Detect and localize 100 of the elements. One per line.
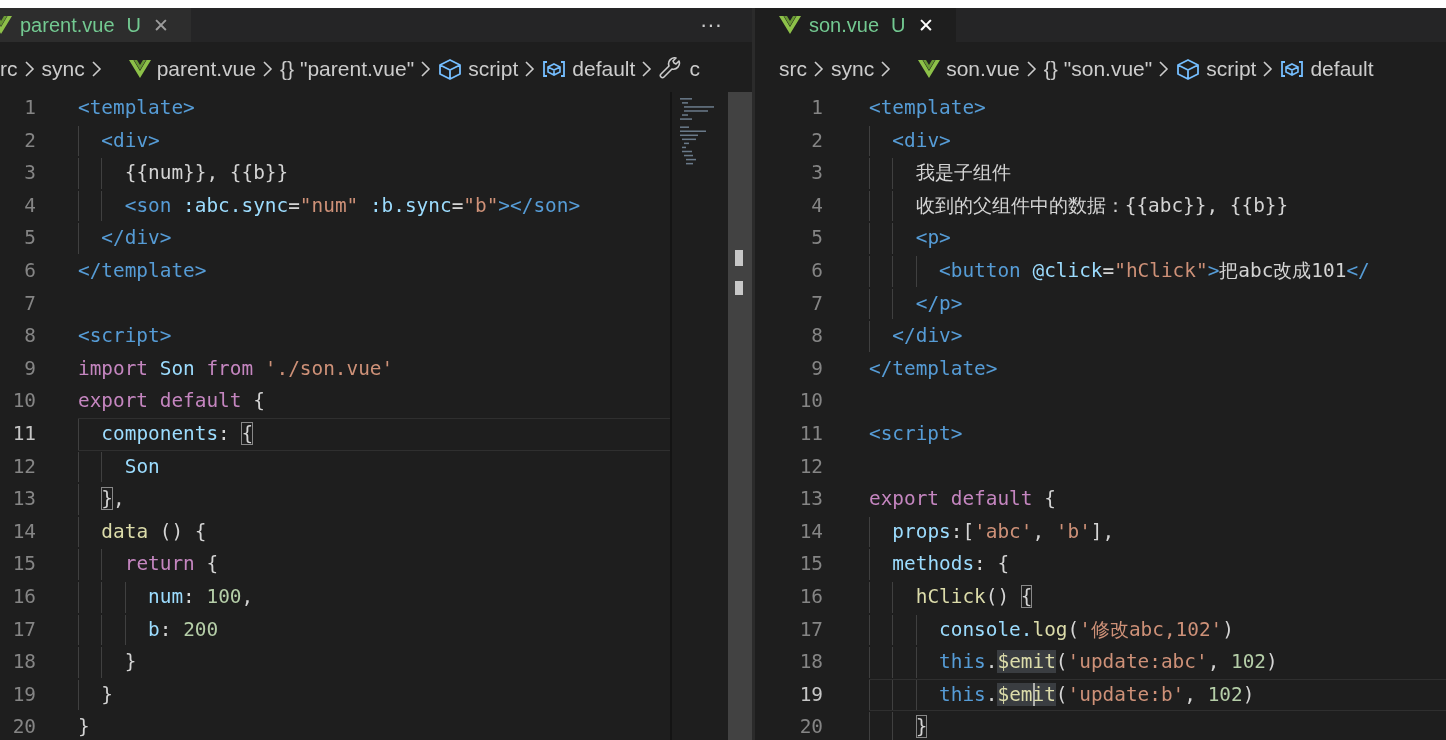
chevron-icon — [641, 59, 654, 79]
line-number: 6 — [810, 257, 823, 284]
scrollbar[interactable] — [728, 92, 752, 740]
code-line: methods: { — [869, 548, 1446, 581]
code-line: data () { — [78, 515, 670, 549]
breadcrumb-item[interactable]: script — [1206, 57, 1257, 81]
code-line: props:['abc', 'b'], — [869, 515, 1446, 549]
code-line: export default { — [78, 388, 266, 415]
code-line: <template> — [78, 95, 196, 121]
editor-tab[interactable]: son.vue U ✕ — [755, 8, 956, 42]
more-actions-button[interactable]: ··· — [700, 12, 722, 38]
chevron-icon — [261, 59, 274, 79]
cube-icon — [1176, 58, 1201, 80]
line-number: 5 — [23, 225, 36, 252]
line-number: 1 — [810, 95, 823, 121]
braces-icon: {} — [1043, 57, 1058, 81]
line-number: 7 — [810, 290, 823, 317]
code-line: <son :abc.sync="num" :b.sync="b"></son> — [78, 189, 670, 223]
code-line: export default { — [869, 486, 1057, 513]
code-line: } — [78, 646, 670, 679]
chevron-icon — [23, 59, 36, 79]
code-line: 收到的父组件中的数据：{{abc}}, {{b}} — [869, 189, 1446, 223]
breadcrumb-item[interactable]: src — [779, 57, 807, 81]
line-number: 9 — [810, 355, 823, 382]
variable-icon — [1280, 59, 1305, 79]
line-number: 12 — [798, 453, 823, 480]
breadcrumb-item[interactable]: rc — [0, 57, 18, 81]
code-line: </div> — [78, 222, 670, 255]
line-number: 19 — [11, 681, 36, 708]
code-line: </p> — [869, 287, 1446, 321]
breadcrumb-item[interactable]: default — [1310, 57, 1374, 81]
line-number: 15 — [11, 551, 36, 578]
breadcrumb-item[interactable]: "parent.vue" — [299, 57, 415, 81]
breadcrumb-item[interactable]: c — [689, 57, 700, 81]
code-line: Son — [78, 450, 670, 484]
breadcrumb-item[interactable]: parent.vue — [156, 57, 256, 81]
chevron-icon — [813, 59, 825, 79]
code-line: <template> — [869, 95, 987, 121]
editor-tab[interactable]: parent.vue U ✕ — [0, 8, 191, 42]
line-number: 4 — [810, 192, 823, 219]
line-number: 17 — [798, 616, 823, 643]
close-icon[interactable]: ✕ — [152, 13, 169, 37]
code-line: <div> — [78, 124, 670, 158]
line-number: 7 — [23, 290, 36, 317]
line-number: 13 — [798, 486, 823, 513]
code-line: {{num}}, {{b}} — [78, 157, 670, 190]
line-number: 18 — [11, 649, 36, 676]
vue-logo-icon — [918, 59, 941, 79]
line-number: 2 — [810, 127, 823, 154]
line-number: 2 — [23, 127, 36, 154]
code-line: <script> — [78, 323, 173, 350]
breadcrumb-item[interactable]: sync — [831, 57, 875, 81]
code-line: this.$emit('update:abc', 102) — [869, 646, 1446, 679]
code-line: import Son from './son.vue' — [78, 355, 395, 382]
vue-logo-icon — [779, 15, 801, 35]
breadcrumb-item[interactable]: son.vue — [946, 57, 1020, 81]
code-line: } — [78, 678, 670, 712]
chevron-icon — [420, 59, 433, 79]
code-line: 我是子组件 — [869, 157, 1446, 190]
code-line: </template> — [869, 355, 999, 382]
code-line: <p> — [869, 222, 1446, 255]
status-label: U — [126, 13, 141, 37]
code-line: console.log('修改abc,102') — [869, 613, 1446, 647]
breadcrumb-item[interactable]: sync — [41, 57, 85, 81]
close-icon[interactable]: ✕ — [917, 13, 934, 37]
line-number: 18 — [798, 649, 823, 676]
breadcrumb-item[interactable]: script — [468, 57, 519, 81]
code-line: components: { — [78, 417, 670, 451]
line-number: 9 — [23, 355, 36, 382]
code-line: </div> — [869, 320, 1446, 353]
line-number: 17 — [11, 616, 36, 643]
line-number: 13 — [11, 486, 36, 513]
code-line: return { — [78, 548, 670, 581]
code-line: } — [869, 711, 1446, 740]
code-line: </template> — [78, 257, 208, 284]
chevron-icon — [524, 59, 537, 79]
cube-icon — [438, 58, 463, 80]
line-number: 3 — [23, 160, 36, 187]
line-number: 20 — [11, 714, 36, 740]
code-line: b: 200 — [78, 613, 670, 647]
line-number: 10 — [11, 388, 36, 415]
line-number: 14 — [11, 518, 36, 545]
code-line: hClick() { — [869, 580, 1446, 614]
chevron-icon — [880, 59, 893, 79]
breadcrumb-item[interactable]: default — [572, 57, 636, 81]
braces-icon: {} — [279, 57, 294, 81]
line-number: 1 — [23, 95, 36, 121]
status-label: U — [891, 13, 906, 37]
line-number: 3 — [810, 160, 823, 187]
line-number: 11 — [11, 420, 36, 447]
chevron-icon — [1262, 59, 1275, 79]
line-number: 6 — [23, 257, 36, 284]
line-number: 15 — [798, 551, 823, 578]
code-line: <div> — [869, 124, 1446, 158]
chevron-icon — [90, 59, 103, 79]
line-number: 8 — [23, 323, 36, 350]
breadcrumb-item[interactable]: "son.vue" — [1063, 57, 1153, 81]
variable-icon — [542, 59, 567, 79]
chevron-icon — [1025, 59, 1038, 79]
line-number: 16 — [11, 583, 36, 610]
